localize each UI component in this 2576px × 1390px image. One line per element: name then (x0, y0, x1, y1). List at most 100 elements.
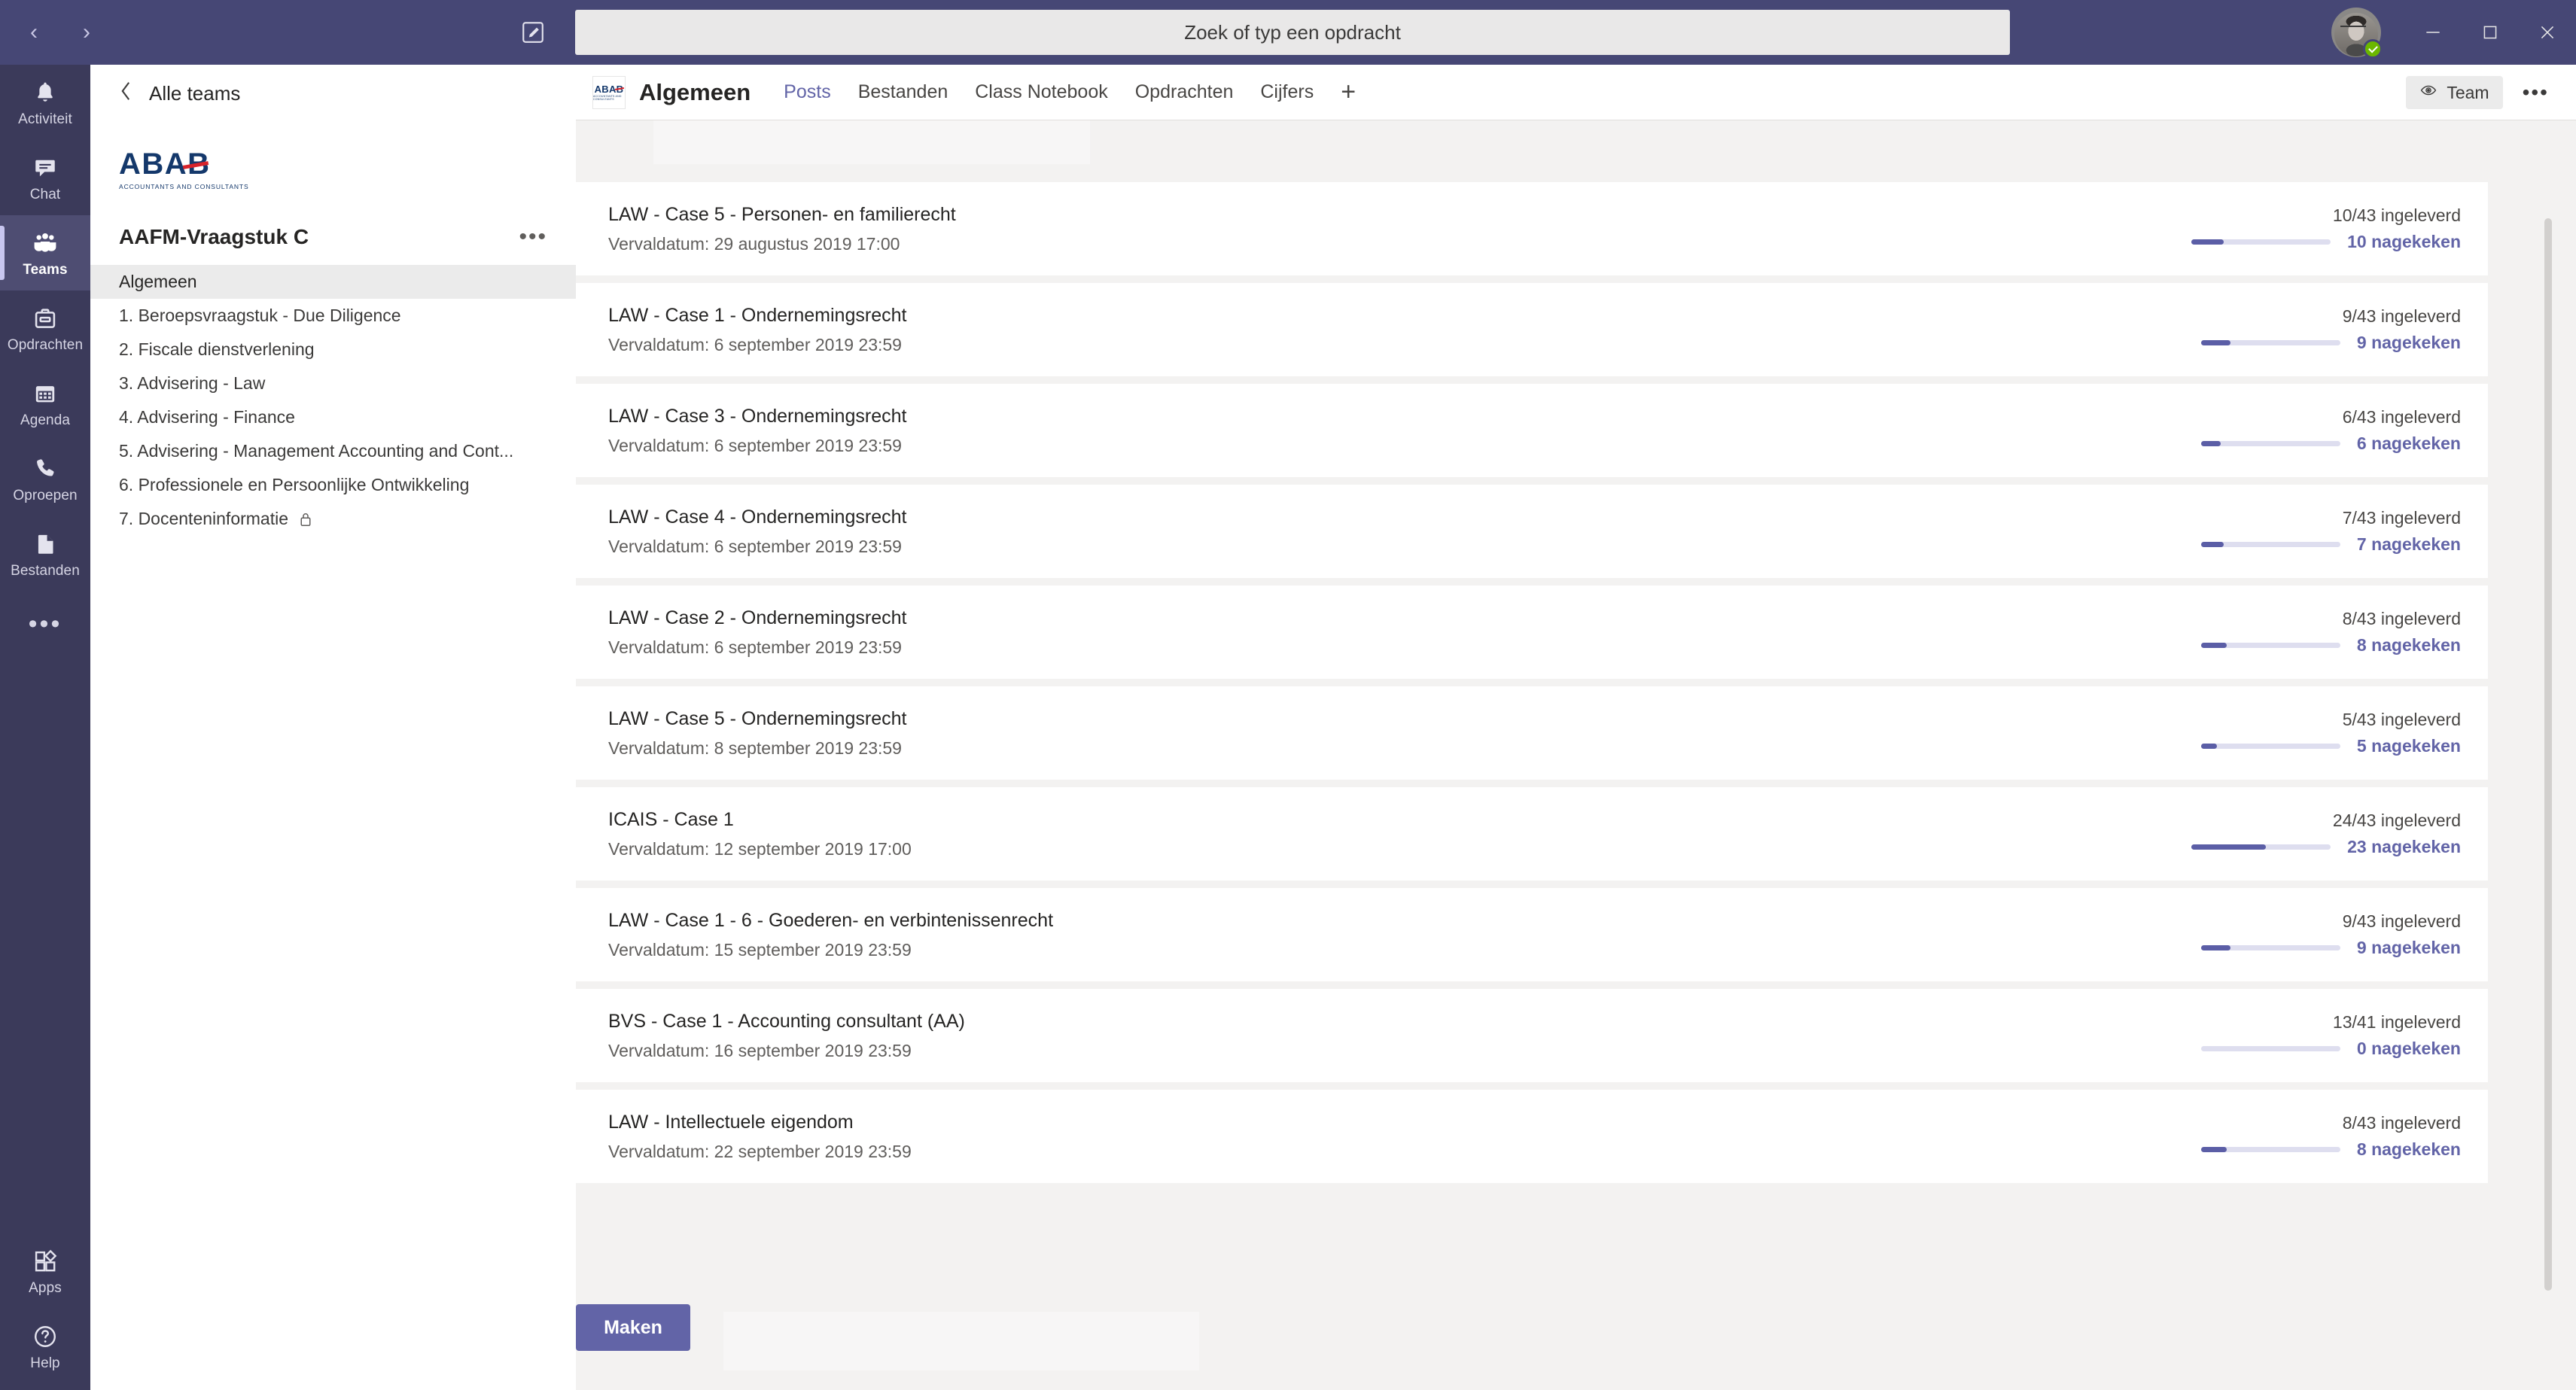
team-sidebar: Alle teams ABAB ACCOUNTANTS AND CONSULTA… (90, 65, 576, 1390)
progress-fill (2200, 744, 2218, 749)
sidebar-item-chat[interactable]: Chat (0, 140, 90, 215)
assignment-info: BVS - Case 1 - Accounting consultant (AA… (608, 1011, 965, 1061)
window-controls (2404, 0, 2576, 65)
close-icon[interactable] (2519, 0, 2576, 65)
assignment-info: LAW - Case 3 - Ondernemingsrecht Vervald… (608, 406, 906, 456)
progress-fill (2200, 441, 2221, 446)
sidebar-item-channel-5[interactable]: 5. Advisering - Management Accounting an… (90, 434, 576, 468)
sidebar-item-help[interactable]: Help (0, 1309, 90, 1384)
channel-label: 5. Advisering - Management Accounting an… (119, 441, 514, 461)
graded-count: 8 nagekeken (2356, 1139, 2461, 1159)
sidebar-item-activiteit[interactable]: Activiteit (0, 65, 90, 140)
table-row[interactable]: BVS - Case 1 - Accounting consultant (AA… (576, 989, 2488, 1082)
assignment-list: LAW - Case 5 - Personen- en familierecht… (576, 182, 2537, 1191)
submitted-count: 7/43 ingeleverd (2342, 508, 2461, 528)
channel-label: 6. Professionele en Persoonlijke Ontwikk… (119, 475, 470, 494)
channel-more-options-button[interactable]: ••• (2509, 81, 2562, 105)
sidebar-item-apps[interactable]: Apps (0, 1233, 90, 1309)
submitted-count: 8/43 ingeleverd (2342, 609, 2461, 628)
assignment-info: LAW - Case 4 - Ondernemingsrecht Vervald… (608, 506, 906, 557)
assignment-info: LAW - Case 2 - Ondernemingsrecht Vervald… (608, 607, 906, 658)
sidebar-item-channel-3[interactable]: 3. Advisering - Law (90, 367, 576, 400)
tab-posts[interactable]: Posts (770, 65, 845, 120)
sidebar-item-label: Help (30, 1355, 60, 1371)
table-row[interactable]: LAW - Case 5 - Personen- en familierecht… (576, 182, 2488, 275)
sidebar-item-channel-6[interactable]: 6. Professionele en Persoonlijke Ontwikk… (90, 468, 576, 502)
sidebar-item-bestanden[interactable]: Bestanden (0, 516, 90, 592)
grading-progress: 6 nagekeken (2200, 433, 2461, 454)
submitted-count: 13/41 ingeleverd (2332, 1012, 2461, 1032)
search-input[interactable]: Zoek of typ een opdracht (575, 10, 2010, 55)
progress-bar (2200, 441, 2340, 446)
chevron-left-icon (119, 81, 132, 107)
table-row[interactable]: LAW - Case 1 - Ondernemingsrecht Vervald… (576, 283, 2488, 376)
avatar[interactable] (2331, 8, 2383, 59)
graded-count: 5 nagekeken (2356, 736, 2461, 756)
team-visibility-button[interactable]: Team (2406, 76, 2503, 109)
sidebar-item-oproepen[interactable]: Oproepen (0, 441, 90, 516)
team-options-button[interactable]: ••• (519, 224, 547, 250)
assignment-due-date: Vervaldatum: 12 september 2019 17:00 (608, 838, 912, 859)
table-row[interactable]: LAW - Case 3 - Ondernemingsrecht Vervald… (576, 384, 2488, 477)
sidebar-item-label: Apps (29, 1279, 62, 1296)
team-logo: ABAB ACCOUNTANTS AND CONSULTANTS (119, 146, 269, 193)
assignment-info: LAW - Case 1 - Ondernemingsrecht Vervald… (608, 305, 906, 355)
grading-progress: 9 nagekeken (2200, 938, 2461, 958)
sidebar-item-channel-2[interactable]: 2. Fiscale dienstverlening (90, 333, 576, 367)
grading-progress: 0 nagekeken (2200, 1039, 2461, 1059)
assignment-status: 24/43 ingeleverd 23 nagekeken (2191, 787, 2461, 881)
minimize-icon[interactable] (2404, 0, 2462, 65)
sidebar-item-channel-7[interactable]: 7. Docenteninformatie (90, 502, 576, 536)
rail-more-button[interactable]: ••• (0, 592, 90, 656)
table-row[interactable]: LAW - Case 1 - 6 - Goederen- en verbinte… (576, 888, 2488, 981)
submitted-count: 24/43 ingeleverd (2332, 811, 2461, 830)
table-row[interactable]: LAW - Case 2 - Ondernemingsrecht Vervald… (576, 586, 2488, 679)
table-row[interactable]: ICAIS - Case 1 Vervaldatum: 12 september… (576, 787, 2488, 881)
back-icon[interactable]: ‹ (17, 15, 51, 50)
compose-icon[interactable] (513, 13, 553, 52)
forward-icon[interactable]: › (69, 15, 104, 50)
all-teams-button[interactable]: Alle teams (90, 65, 576, 122)
sidebar-item-channel-1[interactable]: 1. Beroepsvraagstuk - Due Diligence (90, 299, 576, 333)
add-tab-button[interactable]: + (1327, 65, 1369, 120)
graded-count: 10 nagekeken (2347, 232, 2461, 251)
assignment-title: LAW - Case 5 - Personen- en familierecht (608, 203, 956, 225)
table-row[interactable]: LAW - Case 4 - Ondernemingsrecht Vervald… (576, 485, 2488, 578)
channel-avatar-text: ABAB (594, 84, 624, 95)
progress-fill (2191, 844, 2267, 850)
vertical-scrollbar[interactable] (2544, 218, 2552, 1291)
channel-label: 2. Fiscale dienstverlening (119, 339, 315, 359)
assignments-icon (29, 303, 61, 333)
create-button[interactable]: Maken (576, 1304, 690, 1351)
assignment-due-date: Vervaldatum: 6 september 2019 23:59 (608, 637, 902, 657)
tab-bestanden[interactable]: Bestanden (845, 65, 962, 120)
chat-icon (29, 153, 61, 183)
help-icon (29, 1322, 61, 1352)
sidebar-item-channel-4[interactable]: 4. Advisering - Finance (90, 400, 576, 434)
maximize-icon[interactable] (2462, 0, 2519, 65)
eye-icon (2419, 81, 2437, 104)
team-pill-label: Team (2447, 82, 2489, 102)
progress-bar (2191, 844, 2331, 850)
channel-label: 3. Advisering - Law (119, 373, 266, 393)
tab-opdrachten[interactable]: Opdrachten (1122, 65, 1247, 120)
tab-cijfers[interactable]: Cijfers (1247, 65, 1327, 120)
assignment-due-date: Vervaldatum: 15 september 2019 23:59 (608, 939, 912, 960)
sidebar-item-teams[interactable]: Teams (0, 215, 90, 290)
sidebar-item-algemeen[interactable]: Algemeen (90, 265, 576, 299)
bell-icon (29, 78, 61, 108)
sidebar-item-agenda[interactable]: Agenda (0, 366, 90, 441)
channel-label: 4. Advisering - Finance (119, 407, 295, 427)
create-assignment-area: Maken (576, 1304, 2537, 1370)
table-row[interactable]: LAW - Intellectuele eigendom Vervaldatum… (576, 1090, 2488, 1183)
sidebar-item-opdrachten[interactable]: Opdrachten (0, 290, 90, 366)
avatar-glasses (2340, 26, 2366, 32)
assignments-scroll-area[interactable]: LAW - Case 5 - Personen- en familierecht… (576, 120, 2576, 1390)
team-name: AAFM-Vraagstuk C (119, 225, 309, 248)
assignment-info: LAW - Case 1 - 6 - Goederen- en verbinte… (608, 910, 1053, 960)
status-badge-available (2363, 39, 2383, 59)
table-row[interactable]: LAW - Case 5 - Ondernemingsrecht Vervald… (576, 686, 2488, 780)
assignment-status: 8/43 ingeleverd 8 nagekeken (2200, 586, 2461, 679)
tab-class-notebook[interactable]: Class Notebook (961, 65, 1121, 120)
channel-label: Algemeen (119, 272, 197, 291)
